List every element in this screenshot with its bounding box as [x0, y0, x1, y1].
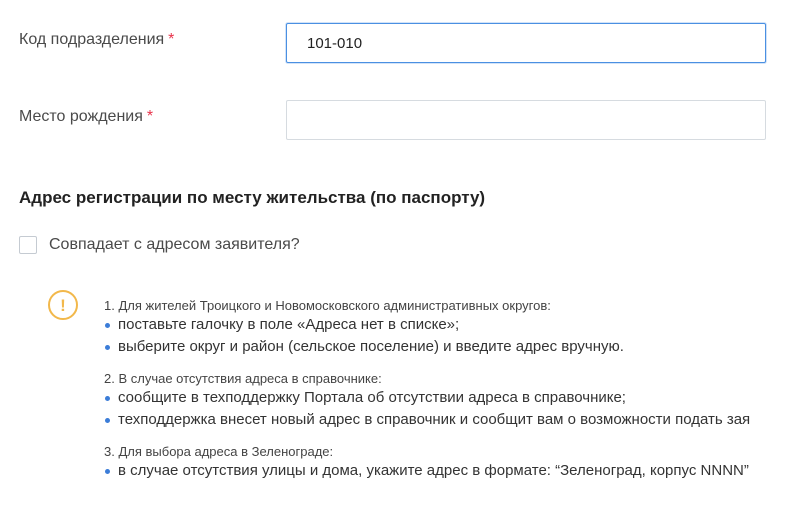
birth-place-input[interactable] [286, 100, 766, 140]
same-address-checkbox-label[interactable]: Совпадает с адресом заявителя? [49, 236, 300, 254]
bullet-icon [105, 396, 110, 401]
list-item-text: в случае отсутствия улицы и дома, укажит… [118, 462, 749, 479]
exclamation-glyph: ! [60, 295, 66, 315]
notice-heading: 2. В случае отсутствия адреса в справочн… [104, 371, 382, 386]
notice-group-3: 3. Для выбора адреса в Зеленограде: в сл… [104, 444, 793, 482]
division-code-label: Код подразделения * [19, 31, 174, 49]
list-item: техподдержка внесет новый адрес в справо… [104, 409, 793, 431]
bullet-icon [105, 323, 110, 328]
birth-place-label-text: Место рождения [19, 108, 143, 125]
list-item-text: сообщите в техподдержку Портала об отсут… [118, 389, 626, 406]
list-item-text: выберите округ и район (сельское поселен… [118, 338, 624, 355]
bullet-icon [105, 418, 110, 423]
list-item: сообщите в техподдержку Портала об отсут… [104, 387, 793, 409]
notice-heading: 3. Для выбора адреса в Зеленограде: [104, 444, 334, 459]
list-item: в случае отсутствия улицы и дома, укажит… [104, 460, 793, 482]
list-item: выберите округ и район (сельское поселен… [104, 336, 793, 358]
exclamation-icon: ! [48, 290, 78, 320]
notice-group-2: 2. В случае отсутствия адреса в справочн… [104, 371, 793, 431]
bullet-icon [105, 345, 110, 350]
division-code-input[interactable] [286, 23, 766, 63]
list-item-text: поставьте галочку в поле «Адреса нет в с… [118, 316, 460, 333]
same-address-checkbox[interactable] [19, 236, 37, 254]
notice-content: 1. Для жителей Троицкого и Новомосковско… [104, 298, 793, 495]
required-mark: * [146, 108, 154, 125]
list-item: поставьте галочку в поле «Адреса нет в с… [104, 314, 793, 336]
notice-heading: 1. Для жителей Троицкого и Новомосковско… [104, 298, 551, 313]
notice-group-1: 1. Для жителей Троицкого и Новомосковско… [104, 298, 793, 358]
same-address-checkbox-row[interactable]: Совпадает с адресом заявителя? [19, 236, 300, 254]
list-item-text: техподдержка внесет новый адрес в справо… [118, 411, 751, 428]
bullet-icon [105, 469, 110, 474]
birth-place-label: Место рождения * [19, 108, 153, 126]
address-section-title: Адрес регистрации по месту жительства (п… [19, 188, 486, 207]
required-mark: * [168, 31, 175, 48]
division-code-label-text: Код подразделения [19, 31, 165, 48]
